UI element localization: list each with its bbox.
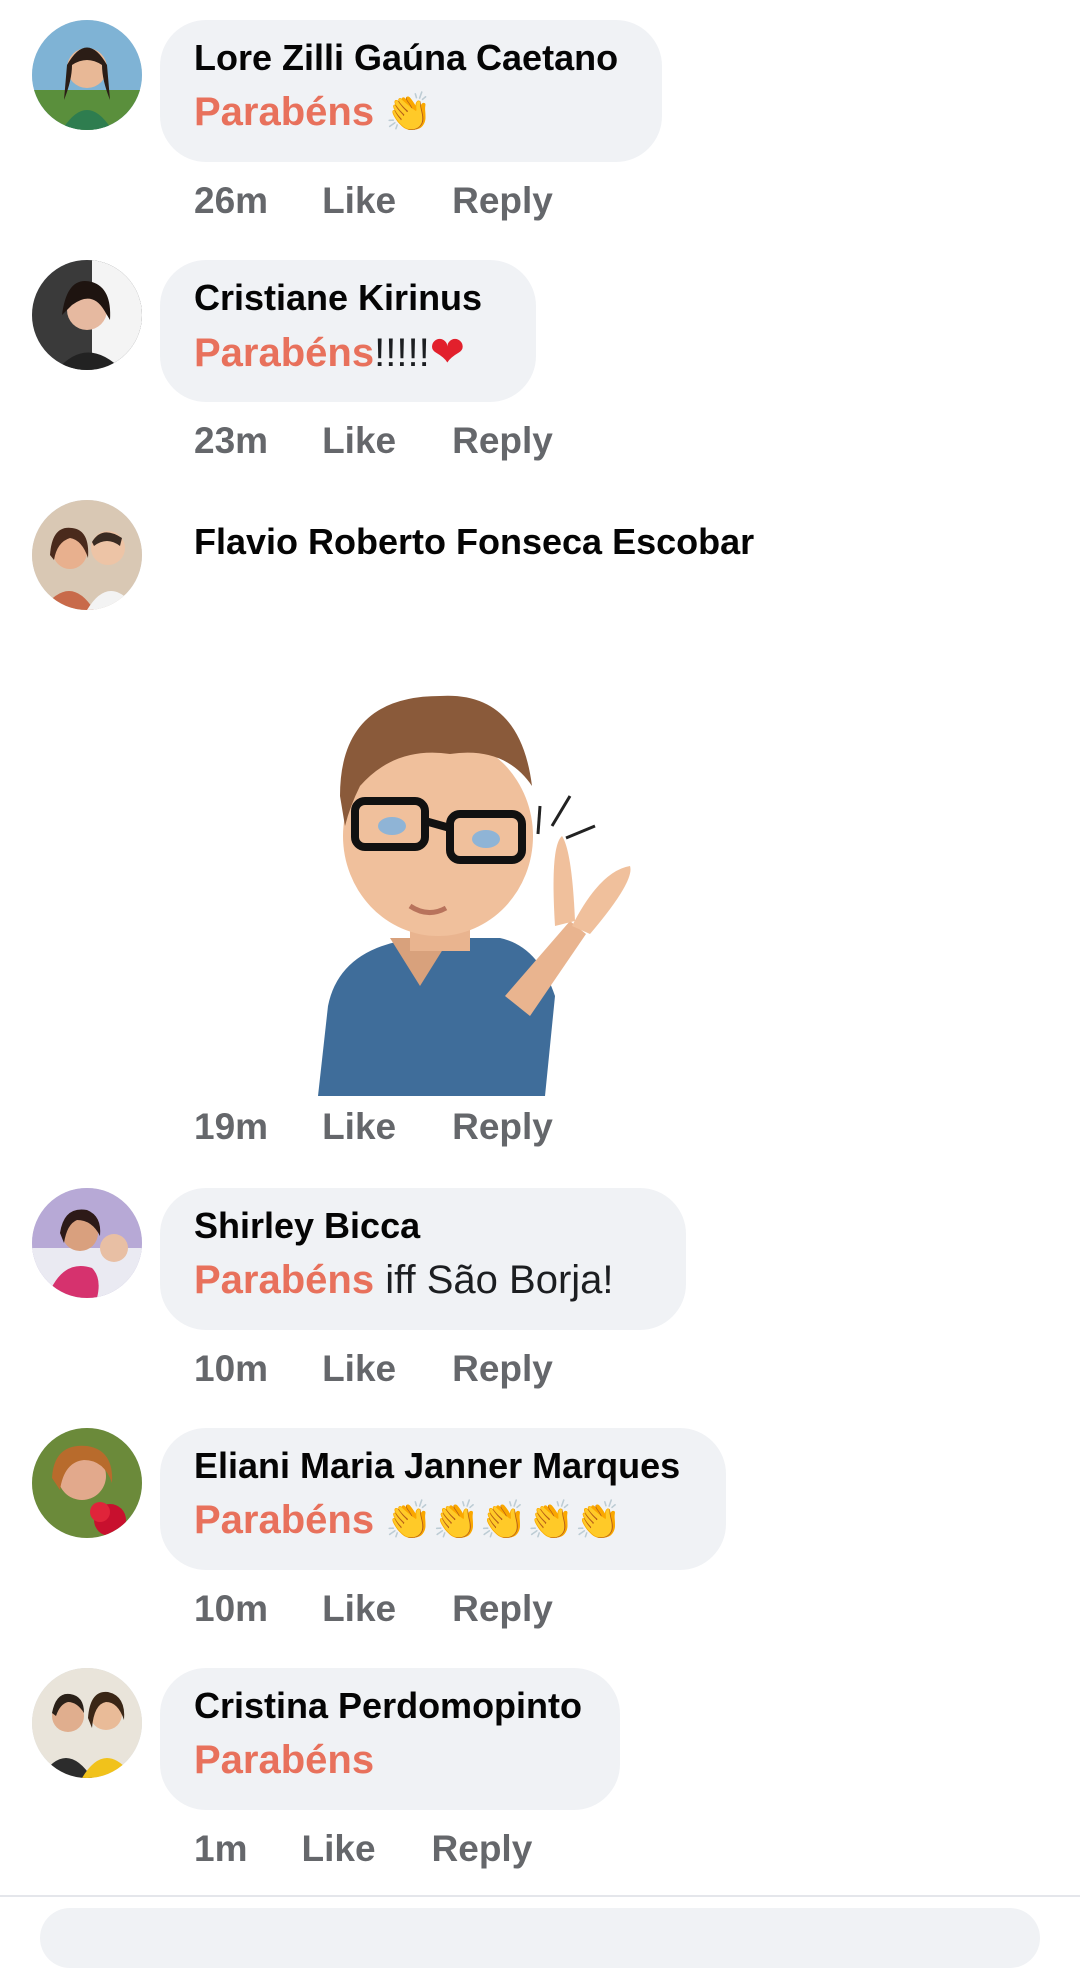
comment-bubble[interactable]: Eliani Maria Janner Marques Parabéns 👏👏👏… (160, 1428, 726, 1570)
comment-actions: 19m Like Reply (194, 1106, 553, 1148)
reply-button[interactable]: Reply (452, 420, 553, 462)
like-button[interactable]: Like (301, 1828, 375, 1870)
avatar[interactable] (32, 20, 142, 130)
avatar[interactable] (32, 260, 142, 370)
comment-text: Parabéns!!!!!❤ (194, 324, 502, 381)
divider (0, 1895, 1080, 1897)
timestamp[interactable]: 1m (194, 1828, 247, 1870)
comment-rest: iff São Borja! (374, 1258, 614, 1302)
comment-bubble[interactable]: Shirley Bicca Parabéns iff São Borja! (160, 1188, 686, 1330)
avatar-clapping-sticker[interactable] (300, 676, 660, 1096)
highlight-word: Parabéns (194, 1738, 375, 1782)
like-button[interactable]: Like (322, 420, 396, 462)
commenter-name[interactable]: Cristina Perdomopinto (194, 1684, 586, 1728)
like-button[interactable]: Like (322, 1588, 396, 1630)
comment-actions: 23m Like Reply (194, 420, 553, 462)
comment-text: Parabéns iff São Borja! (194, 1252, 652, 1308)
comment-actions: 10m Like Reply (194, 1588, 553, 1630)
comment-bubble[interactable]: Cristina Perdomopinto Parabéns (160, 1668, 620, 1810)
highlight-word: Parabéns (194, 90, 375, 134)
comment-actions: 10m Like Reply (194, 1348, 553, 1390)
reply-button[interactable]: Reply (452, 1106, 553, 1148)
comment-text: Parabéns 👏👏👏👏👏 (194, 1492, 692, 1548)
like-button[interactable]: Like (322, 1106, 396, 1148)
avatar[interactable] (32, 500, 142, 610)
comment-text: Parabéns 👏 (194, 84, 628, 140)
like-button[interactable]: Like (322, 180, 396, 222)
commenter-name[interactable]: Lore Zilli Gaúna Caetano (194, 36, 628, 80)
timestamp[interactable]: 19m (194, 1106, 268, 1148)
highlight-word: Parabéns (194, 331, 375, 375)
reply-button[interactable]: Reply (452, 180, 553, 222)
commenter-name[interactable]: Shirley Bicca (194, 1204, 652, 1248)
clapping-hands-icon: 👏 (385, 90, 433, 134)
highlight-word: Parabéns (194, 1258, 375, 1302)
avatar[interactable] (32, 1668, 142, 1778)
comment-rest: !!!!! (374, 331, 430, 375)
heart-icon: ❤ (429, 327, 465, 376)
comment-text: Parabéns (194, 1732, 586, 1788)
highlight-word: Parabéns (194, 1498, 375, 1542)
commenter-name[interactable]: Flavio Roberto Fonseca Escobar (194, 520, 754, 564)
comment-actions: 26m Like Reply (194, 180, 553, 222)
reply-button[interactable]: Reply (452, 1588, 553, 1630)
comment-composer[interactable] (40, 1908, 1040, 1968)
timestamp[interactable]: 23m (194, 420, 268, 462)
commenter-name[interactable]: Eliani Maria Janner Marques (194, 1444, 692, 1488)
like-button[interactable]: Like (322, 1348, 396, 1390)
commenter-name[interactable]: Cristiane Kirinus (194, 276, 502, 320)
avatar[interactable] (32, 1428, 142, 1538)
timestamp[interactable]: 10m (194, 1348, 268, 1390)
avatar[interactable] (32, 1188, 142, 1298)
comment-actions: 1m Like Reply (194, 1828, 532, 1870)
timestamp[interactable]: 10m (194, 1588, 268, 1630)
reply-button[interactable]: Reply (432, 1828, 533, 1870)
timestamp[interactable]: 26m (194, 180, 268, 222)
clapping-hands-icon: 👏👏👏👏👏 (385, 1498, 622, 1542)
comment-bubble[interactable]: Cristiane Kirinus Parabéns!!!!!❤ (160, 260, 536, 402)
reply-button[interactable]: Reply (452, 1348, 553, 1390)
comment-bubble[interactable]: Lore Zilli Gaúna Caetano Parabéns 👏 (160, 20, 662, 162)
